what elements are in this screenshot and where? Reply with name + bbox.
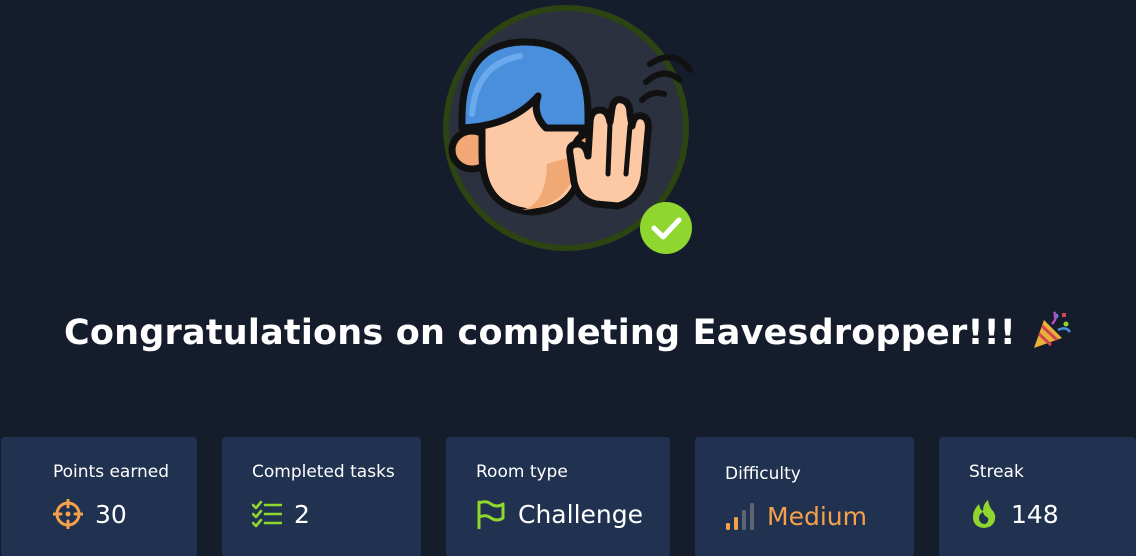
stat-label: Streak (969, 462, 1024, 482)
stat-label: Completed tasks (252, 462, 395, 482)
room-avatar (442, 4, 694, 256)
signal-bars-icon (725, 501, 755, 531)
stat-value: Challenge (518, 499, 643, 529)
fire-icon (969, 499, 999, 529)
stat-card-points: Points earned 30 (1, 437, 197, 556)
eavesdropper-avatar-icon (443, 5, 693, 254)
stat-value: 148 (1011, 499, 1059, 529)
flag-icon (476, 499, 506, 529)
stat-card-tasks: Completed tasks 2 (222, 437, 421, 556)
stat-label: Room type (476, 462, 568, 482)
stat-label: Points earned (53, 462, 170, 482)
room-completion-page: Congratulations on completing Eavesdropp… (0, 0, 1136, 556)
stat-card-room-type: Room type Challenge (446, 437, 670, 556)
party-popper-icon (1030, 310, 1072, 359)
stat-card-streak: Streak 148 (939, 437, 1136, 556)
headline-text: Congratulations on completing Eavesdropp… (64, 313, 1016, 353)
stat-value: Medium (767, 501, 867, 531)
stat-value: 2 (294, 499, 310, 529)
completion-headline: Congratulations on completing Eavesdropp… (0, 310, 1136, 359)
stat-card-difficulty: Difficulty Medium (695, 437, 914, 556)
check-badge-icon (640, 202, 692, 254)
crosshair-icon (53, 499, 83, 529)
task-list-icon (252, 499, 282, 529)
stat-value: 30 (95, 499, 127, 529)
stat-label: Difficulty (725, 464, 801, 484)
